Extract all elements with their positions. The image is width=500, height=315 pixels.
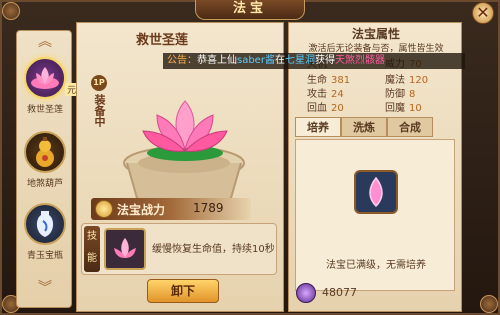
stat-value: 10 xyxy=(409,103,422,114)
stat-mp: 魔法 120 xyxy=(385,71,428,86)
unequip-button[interactable]: 卸下 xyxy=(147,279,219,303)
stat-hp-regen: 回血 20 xyxy=(307,99,344,114)
announce-item: 天煞烈骸器 xyxy=(334,55,385,66)
scroll-down-icon[interactable]: ︾ xyxy=(31,281,59,295)
skill-tag: 技能 xyxy=(84,226,100,272)
stat-value: 20 xyxy=(331,103,344,114)
stat-label: 回血 xyxy=(307,103,327,114)
sidebar-item-gourd[interactable]: 地煞葫芦 xyxy=(21,131,69,199)
stat-defense: 防御 8 xyxy=(385,85,415,100)
power-value: 1789 xyxy=(193,201,224,215)
jade-vase-icon xyxy=(24,203,66,245)
sidebar-item-jade-vase[interactable]: 青玉宝瓶 xyxy=(21,203,69,271)
corner-ornament xyxy=(2,2,20,20)
stat-label: 回魔 xyxy=(385,103,405,114)
power-label: 法宝战力 xyxy=(117,203,166,217)
max-level-text: 法宝已满级，无需培养 xyxy=(326,260,426,271)
sidebar-item-label: 青玉宝瓶 xyxy=(26,251,63,261)
announce-text: 恭喜上仙 xyxy=(197,55,237,66)
equipped-status: 1P 装备中 xyxy=(89,75,109,127)
announce-tag: 公告： xyxy=(167,55,197,66)
sidebar-item-label: 地煞葫芦 xyxy=(26,179,63,189)
lotus-skill-icon[interactable] xyxy=(104,228,146,270)
pink-crystal-icon xyxy=(369,176,383,208)
window-title: 法宝 xyxy=(195,0,305,20)
tab-combine[interactable]: 合成 xyxy=(387,117,433,137)
tab-cultivate[interactable]: 培养 xyxy=(295,117,341,137)
stat-attack: 攻击 24 xyxy=(307,85,344,100)
corner-ornament xyxy=(480,295,498,313)
power-coin-icon xyxy=(95,200,113,218)
treasure-power-bar: 法宝战力 1789 xyxy=(91,198,251,220)
close-button[interactable]: ✕ xyxy=(472,2,494,24)
scroll-up-icon[interactable]: ︽ xyxy=(31,35,59,49)
player-badge: 1P xyxy=(91,75,107,91)
announce-text: 在 xyxy=(274,55,285,66)
lotus-icon xyxy=(24,57,66,99)
stat-hp: 生命 381 xyxy=(307,71,350,86)
announce-user: saber酱 xyxy=(237,55,275,66)
treasure-name: 救世圣莲 xyxy=(135,33,188,48)
sidebar-item-lotus[interactable]: 救世圣莲 xyxy=(21,57,69,125)
stat-mp-regen: 回魔 10 xyxy=(385,99,422,114)
lotus-treasure-image xyxy=(142,100,228,161)
treasure-sidebar: ︽ 救世圣莲 元 地煞葫芦 青玉宝瓶 ︾ xyxy=(16,30,79,308)
purple-orb-icon xyxy=(296,283,316,303)
resource-value: 48077 xyxy=(322,286,357,299)
tab-refine[interactable]: 洗炼 xyxy=(341,117,387,137)
equipped-label: 装备中 xyxy=(93,94,106,127)
sidebar-item-label: 救世圣莲 xyxy=(26,105,63,115)
announce-text: 获得 xyxy=(314,55,335,66)
gem-slot[interactable] xyxy=(354,170,398,214)
cultivate-panel: 法宝已满级，无需培养 xyxy=(295,139,455,291)
announcement-ticker: 公告：恭喜上仙saber酱在七星洞获得天煞烈骸器 xyxy=(163,53,465,69)
gourd-icon xyxy=(24,131,66,173)
attributes-title: 法宝属性 xyxy=(351,27,400,41)
announce-place: 七星洞 xyxy=(284,55,315,66)
skill-box: 技能 缓慢恢复生命值，持续10秒 xyxy=(81,223,277,275)
skill-description: 缓慢恢复生命值，持续10秒 xyxy=(152,244,275,255)
